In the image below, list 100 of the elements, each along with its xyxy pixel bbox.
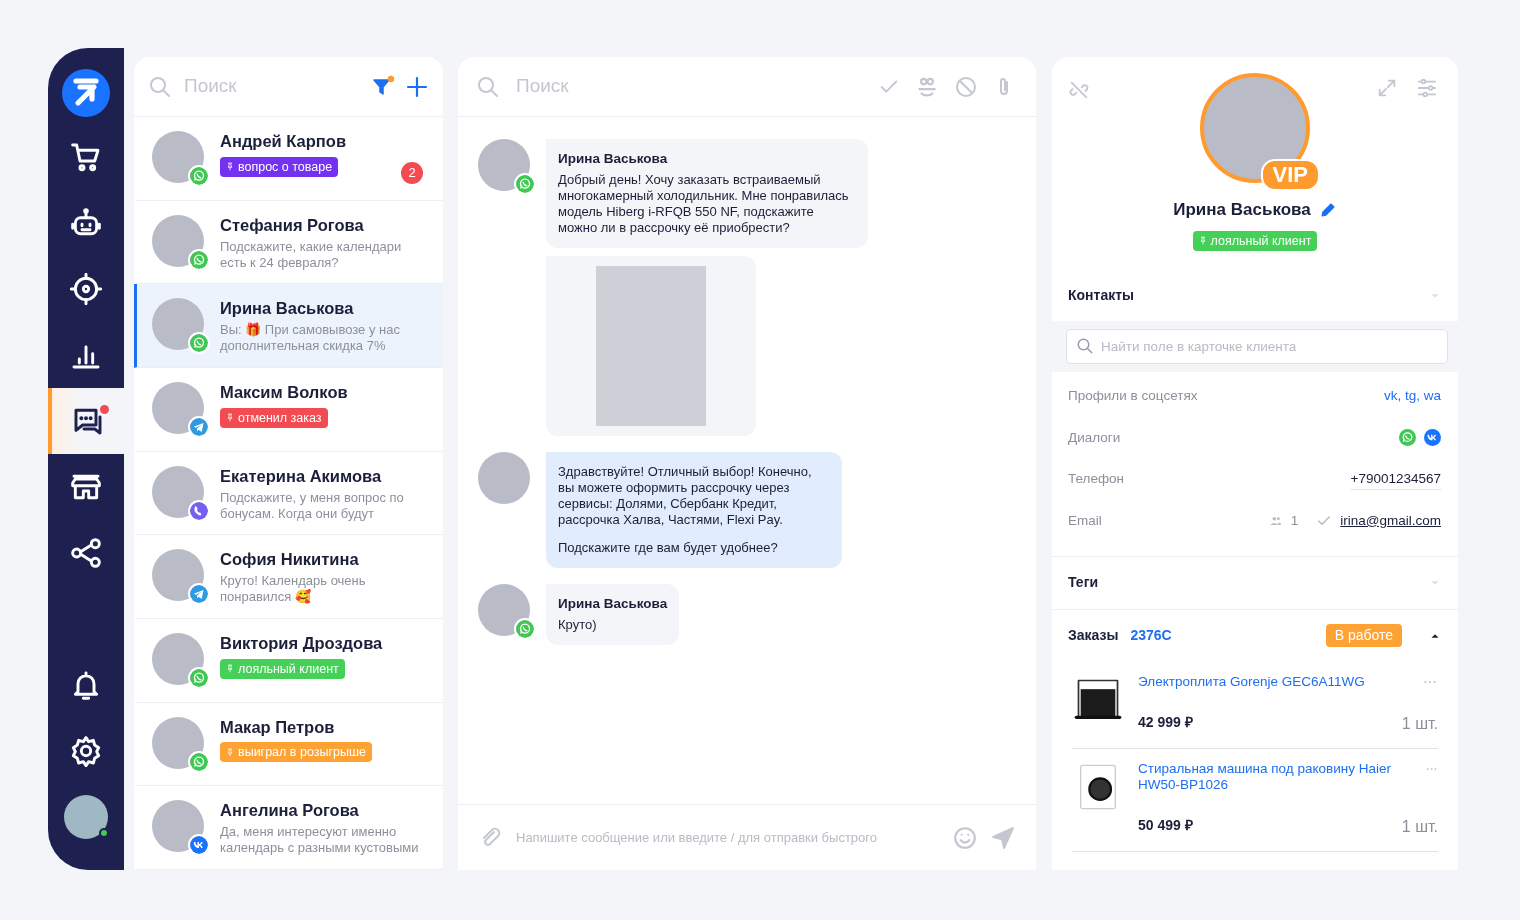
avatar-placeholder	[152, 549, 204, 602]
share-icon[interactable]	[70, 537, 102, 569]
avatar-placeholder	[152, 214, 204, 267]
vip-badge: VIP	[1260, 159, 1320, 191]
user-avatar[interactable]	[64, 795, 108, 839]
contact-tag: выиграл в розыгрыше	[220, 742, 372, 763]
contact-name: Андрей Карпов	[220, 131, 347, 151]
avatar-placeholder	[478, 139, 530, 191]
whatsapp-channel-icon	[188, 165, 210, 187]
contact-item[interactable]: Ангелина Рогова Да, меня интересуют именно календарь с разными кустовыми	[134, 786, 443, 870]
field-label: Профили в соцсетях	[1068, 387, 1198, 406]
contact-name: Стефания Рогова	[220, 214, 365, 235]
contact-tag: вопрос о товаре	[220, 156, 339, 177]
field-search[interactable]: Найти поле в карточке клиента	[1066, 328, 1448, 364]
pin-icon	[226, 412, 234, 423]
message-preview: Да, меня интересуют именно календарь с разными кустовыми	[220, 824, 420, 857]
contact-name: Виктория Дроздова	[220, 633, 383, 654]
contact-item[interactable]: Максим Волков отменил заказ	[134, 368, 443, 452]
contact-item[interactable]: Андрей Карпов вопрос о товаре 2	[134, 117, 443, 201]
whatsapp-channel-icon[interactable]	[1399, 429, 1416, 447]
target-icon[interactable]	[70, 273, 102, 305]
client-name: Ирина Васькова	[1173, 199, 1311, 221]
message-preview: Круто! Календарь очень понравился 🥰	[220, 573, 367, 606]
vk-channel-icon[interactable]	[1424, 429, 1441, 447]
message-text: Здравствуйте! Отличный выбор! Конечно, вы можете оформить рассрочку через сервисы: Долями, Сбербанк Кредит, рассрочка Халва, Частями, Flexi Pay.	[558, 464, 813, 528]
contact-name: Макар Петров	[220, 716, 336, 737]
search-icon	[148, 74, 172, 99]
contact-name: София Никитина	[220, 549, 360, 570]
search-field[interactable]: Поиск	[514, 71, 864, 102]
product-link[interactable]: Стиральная машина под раковину Haier HW50-BP1026	[1138, 760, 1425, 793]
avatar-placeholder	[152, 131, 204, 183]
author-name: Ирина Васькова	[558, 151, 669, 167]
field-label: Диалоги	[1068, 428, 1121, 447]
cart-icon[interactable]	[70, 141, 102, 173]
phone-value[interactable]: +79001234567	[1350, 468, 1441, 490]
search-icon	[476, 74, 500, 99]
message-text: Круто)	[558, 617, 598, 633]
section-title: Контакты	[1068, 286, 1134, 305]
avatar-placeholder	[152, 633, 204, 686]
contact-item[interactable]: Виктория Дроздова лояльный клиент	[134, 619, 443, 703]
whatsapp-channel-icon	[514, 173, 536, 195]
author-name: Ирина Васькова	[558, 596, 668, 612]
avatar-placeholder	[152, 465, 204, 518]
whatsapp-channel-icon	[514, 618, 536, 640]
field-label: Телефон	[1068, 470, 1124, 489]
avatar-placeholder	[152, 382, 204, 434]
avatar-placeholder	[478, 584, 530, 636]
order-number[interactable]: 2376C	[1130, 625, 1172, 646]
avatar-placeholder	[478, 452, 530, 504]
message-text: Добрый день! Хочу заказать встраиваемый многокамерный холодильник. Мне понравилась модель Hiberg i-RFQB 550 NF, подскажите можно ли в рассрочку её приобрести?	[558, 172, 850, 236]
contact-name: Екатерина Акимова	[220, 465, 383, 486]
whatsapp-channel-icon	[188, 332, 210, 355]
product-link[interactable]: Электроплита Gorenje GEC6A11WG	[1138, 673, 1365, 690]
product-price: 50 499 ₽	[1138, 815, 1193, 835]
search-field[interactable]: Поиск	[182, 71, 361, 102]
telegram-channel-icon	[188, 416, 210, 438]
vk-channel-icon	[188, 834, 210, 857]
order-status: В работе	[1325, 624, 1402, 647]
email-value[interactable]: irina@gmail.com	[1340, 510, 1441, 531]
contact-tag: лояльный клиент	[220, 658, 345, 679]
telegram-channel-icon	[188, 583, 210, 606]
contact-item[interactable]: Макар Петров выиграл в розыгрыше	[134, 702, 443, 787]
add-icon[interactable]	[405, 74, 429, 99]
contact-item[interactable]: Ирина Васькова Вы: 🎁 При самовывозе у нас дополнительная скидка 7%	[134, 284, 443, 368]
message-preview: Вы: 🎁 При самовывозе у нас дополнительная скидка 7%	[220, 322, 401, 355]
pin-icon	[226, 663, 234, 675]
whatsapp-channel-icon	[188, 248, 210, 271]
whatsapp-channel-icon	[188, 667, 210, 690]
pin-icon	[1198, 235, 1207, 246]
field-label: Email	[1068, 511, 1102, 530]
unread-count: 2	[401, 162, 423, 184]
profile-links[interactable]: vk, tg, wa	[1383, 386, 1441, 407]
pin-icon	[226, 161, 234, 172]
contact-tag: отменил заказ	[220, 407, 328, 428]
message-text: Подскажите где вам будет удобнее?	[558, 540, 779, 556]
contact-name: Максим Волков	[220, 382, 348, 402]
contact-name: Ангелина Рогова	[220, 800, 360, 821]
contact-item[interactable]: София Никитина Круто! Календарь очень понравился 🥰	[134, 535, 443, 620]
contact-item[interactable]: Екатерина Акимова Подскажите, у меня вопрос по бонусам. Когда они будут	[134, 451, 443, 536]
logo-icon[interactable]	[62, 69, 110, 117]
message-input[interactable]: Напишите сообщение или введите / для отправки быстрого	[514, 826, 940, 849]
message-preview: Подскажите, какие календари есть к 24 февраля?	[220, 238, 403, 271]
product-quantity: 1 шт.	[1401, 816, 1438, 837]
product-price: 42 999 ₽	[1138, 712, 1193, 732]
pin-icon	[226, 746, 234, 758]
whatsapp-channel-icon	[188, 750, 210, 773]
email-count: 1	[1290, 511, 1299, 530]
avatar-placeholder	[152, 800, 204, 853]
avatar-placeholder	[152, 298, 204, 351]
viber-channel-icon	[188, 499, 210, 522]
section-title: Заказы	[1068, 626, 1119, 645]
contact-name: Ирина Васькова	[220, 298, 355, 319]
message-preview: Подскажите, у меня вопрос по бонусам. Когда они будут	[220, 489, 405, 522]
section-title: Теги	[1068, 573, 1099, 592]
product-quantity: 1 шт.	[1401, 713, 1438, 734]
settings-icon[interactable]	[70, 735, 102, 767]
sliders-icon[interactable]	[1416, 77, 1438, 99]
search-icon	[1076, 336, 1094, 355]
client-tag: лояльный клиент	[1192, 230, 1318, 251]
avatar-placeholder	[152, 716, 204, 769]
